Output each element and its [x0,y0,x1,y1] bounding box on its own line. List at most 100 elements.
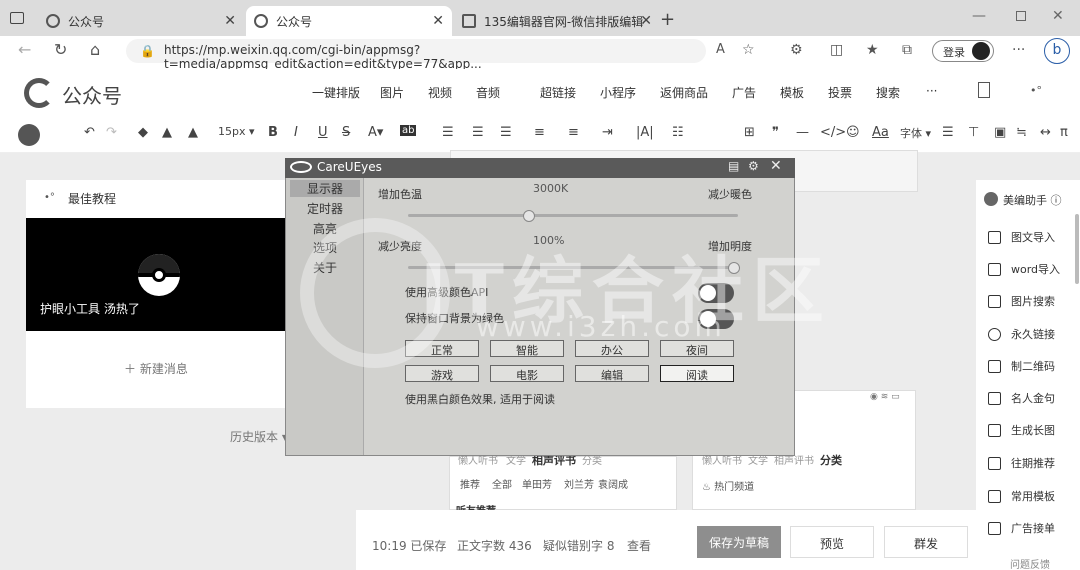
dialog-close-icon[interactable]: ✕ [770,158,782,174]
divider-icon[interactable]: — [796,125,809,140]
clear-format-icon[interactable]: ▲ [162,125,172,140]
undo-icon[interactable]: ↶ [84,125,95,140]
code-icon[interactable]: </> [820,125,846,140]
tab-3[interactable]: 135编辑器官网-微信排版编辑器 ✕ [454,6,660,36]
align-center-icon[interactable]: ☰ [472,125,484,140]
tab-actions-icon[interactable] [10,12,24,24]
mode-game-button[interactable]: 游戏 [405,365,479,382]
menu-rebate-goods[interactable]: 返佣商品 [660,84,708,101]
pi-icon[interactable]: π [1060,125,1068,140]
bing-icon[interactable]: b [1044,38,1070,64]
paragraph-spacing-icon[interactable]: ≡ [568,125,579,140]
image-edit-icon[interactable]: ▣ [994,125,1006,140]
bold-icon[interactable]: B [268,125,278,140]
qrcode-item[interactable]: 制二维码 [988,358,1055,374]
menu-template[interactable]: 模板 [780,84,804,101]
menu-more[interactable]: ··· [926,84,937,98]
menu-ad[interactable]: 广告 [732,84,756,101]
back-icon[interactable]: ← [18,40,31,59]
publish-button[interactable]: 群发 [884,526,968,558]
line-height-icon[interactable]: ≡ [534,125,545,140]
read-aloud-icon[interactable]: A [716,42,725,57]
align-right-icon[interactable]: ☰ [500,125,512,140]
new-message-button[interactable]: ＋ 新建消息 [124,360,188,377]
paragraph-icon[interactable]: ≒ [1016,125,1027,140]
font-family-select[interactable]: 字体 ▾ [900,125,931,141]
tab-2-active[interactable]: 公众号 ✕ [246,6,452,36]
mode-edit-button[interactable]: 编辑 [575,365,649,382]
careueyes-titlebar[interactable]: CareUEyes [285,158,795,178]
history-version-link[interactable]: 历史版本 ▾ [230,428,288,445]
highlight-icon[interactable]: ab [400,125,417,136]
favorites-icon[interactable]: ★ [866,42,879,58]
word-import-item[interactable]: word导入 [988,261,1060,277]
font-size-select[interactable]: 15px ▾ [218,125,255,138]
check-typo-link[interactable]: 查看 [627,537,651,554]
menu-mini-program[interactable]: 小程序 [600,84,636,101]
settings-gear-icon[interactable]: ⚙ [748,159,759,173]
refresh-icon[interactable]: ↻ [54,40,67,59]
font-color-icon[interactable]: A▾ [368,125,383,140]
menu-audio[interactable]: 音频 [476,84,500,101]
ad-order-item[interactable]: 广告接单 [988,520,1055,536]
menu-hyperlink[interactable]: 超链接 [540,84,576,101]
side-display[interactable]: 显示器 [290,180,360,197]
letter-spacing-icon[interactable]: |A| [636,125,654,140]
common-template-item[interactable]: 常用模板 [988,488,1055,504]
quotes-item[interactable]: 名人金句 [988,390,1055,406]
direction-icon[interactable]: ↔ [1040,125,1051,140]
close-window-icon[interactable]: ✕ [1052,8,1064,24]
feedback-icon[interactable]: ▤ [728,159,739,173]
close-tab-icon[interactable]: ✕ [640,13,652,29]
quote-icon[interactable]: ❞ [772,125,779,140]
menu-vote[interactable]: 投票 [828,84,852,101]
past-recommend-item[interactable]: 往期推荐 [988,455,1055,471]
italic-icon[interactable]: I [294,125,298,140]
collections-icon[interactable]: ⧉ [902,42,912,58]
align-justify-icon[interactable]: ☰ [942,125,954,140]
tab-1[interactable]: 公众号 ✕ [38,6,244,36]
long-image-item[interactable]: 生成长图 [988,422,1055,438]
table-icon[interactable]: ⊞ [744,125,755,140]
home-icon[interactable]: ⌂ [90,40,100,59]
menu-one-click-layout[interactable]: 一键排版 [312,84,360,101]
format-painter-icon[interactable]: ◆ [138,125,148,140]
color-temp-knob[interactable] [523,210,535,222]
side-timer[interactable]: 定时器 [290,200,360,217]
vertical-align-icon[interactable]: ⊤ [968,125,979,140]
list-icon[interactable]: ☷ [672,125,684,140]
strikethrough-icon[interactable]: S [342,125,350,140]
underline-icon[interactable]: U [318,125,328,140]
extensions-icon[interactable]: ⚙ [790,42,803,58]
minimize-icon[interactable]: — [972,8,986,24]
mode-reading-button[interactable]: 阅读 [660,365,734,382]
scrollbar[interactable] [1075,214,1079,284]
url-field[interactable]: https://mp.weixin.qq.com/cgi-bin/appmsg?… [126,39,706,71]
mode-movie-button[interactable]: 电影 [490,365,564,382]
font-style-icon[interactable]: Aa [872,125,889,140]
dots-icon[interactable]: •° [1030,84,1042,97]
redo-icon[interactable]: ↷ [106,125,117,140]
new-tab-icon[interactable]: + [660,9,675,30]
image-search-item[interactable]: 图片搜索 [988,293,1055,309]
close-tab-icon[interactable]: ✕ [432,13,444,29]
indent-icon[interactable]: ⇥ [602,125,613,140]
maximize-icon[interactable] [1016,11,1026,21]
favorite-star-icon[interactable]: ☆ [742,42,755,58]
color-temp-slider[interactable] [408,214,738,217]
save-draft-button[interactable]: 保存为草稿 [697,526,781,558]
preview-button[interactable]: 预览 [790,526,874,558]
profile-avatar[interactable] [972,42,990,60]
split-screen-icon[interactable]: ◫ [830,42,843,58]
tutorial-title[interactable]: 最佳教程 [68,190,116,207]
more-icon[interactable]: ··· [1012,42,1025,58]
menu-video[interactable]: 视频 [428,84,452,101]
document-icon[interactable] [978,82,990,98]
import-article-item[interactable]: 图文导入 [988,229,1055,245]
emoji-icon[interactable]: ☺ [846,125,860,140]
eraser-icon[interactable]: ▲ [188,125,198,140]
feedback-link[interactable]: 问题反馈 [1010,556,1050,570]
menu-search[interactable]: 搜索 [876,84,900,101]
align-left-icon[interactable]: ☰ [442,125,454,140]
permalink-item[interactable]: 永久链接 [988,326,1055,342]
